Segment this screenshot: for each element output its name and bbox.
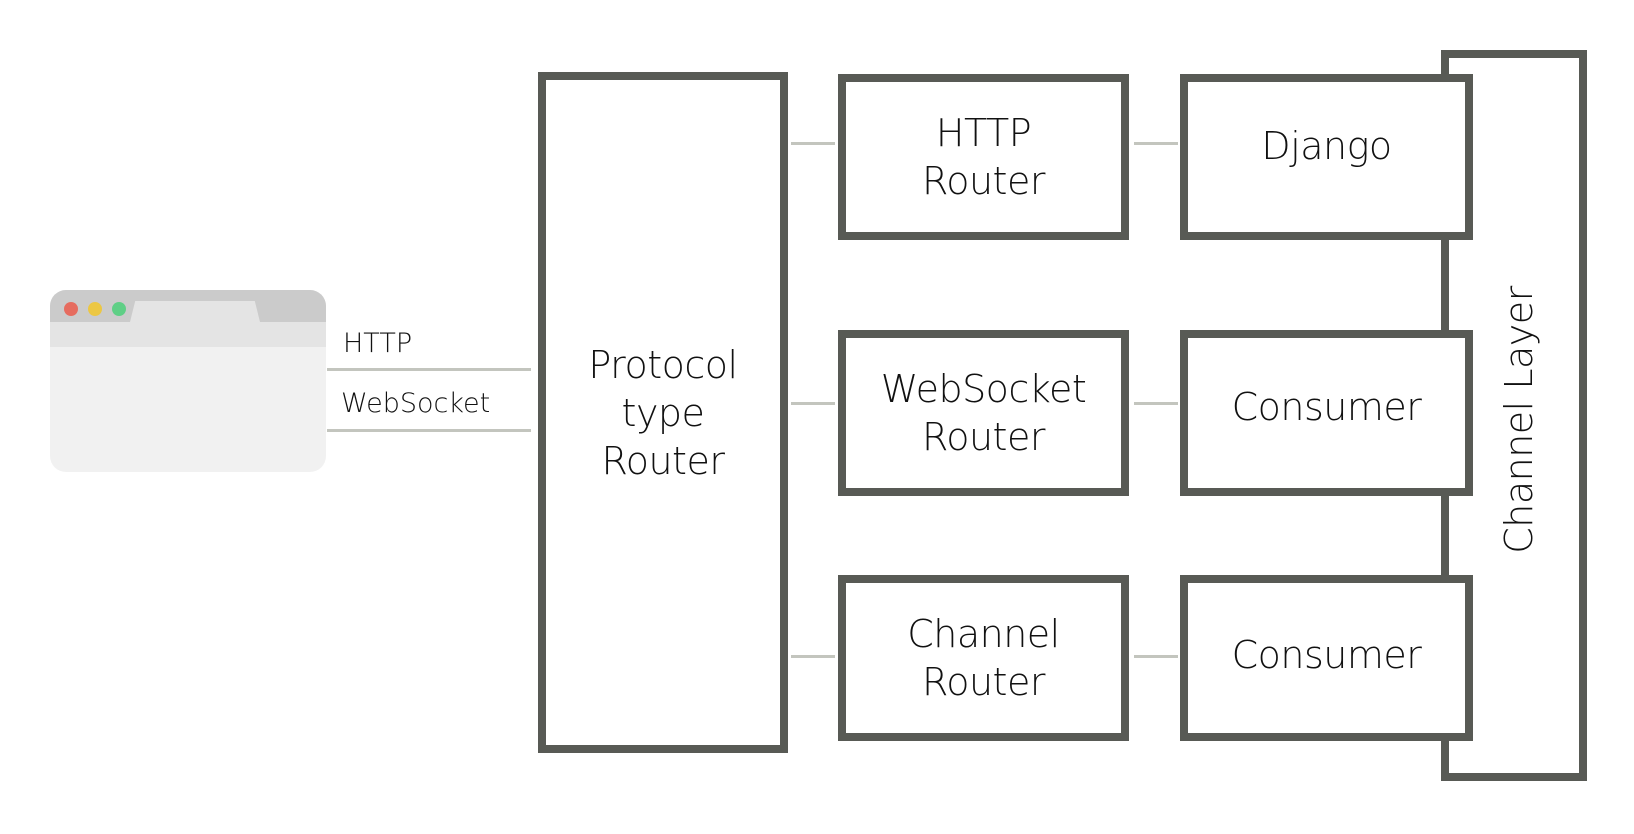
connector-protocol-to-channel-router (791, 655, 835, 658)
http-router-label: HTTP Router (922, 111, 1045, 203)
channel-router-label: Channel Router (907, 612, 1060, 704)
connector-websocket-router-to-consumer (1134, 402, 1178, 405)
window-close-dot-icon (64, 302, 78, 316)
browser-address-bar (50, 322, 326, 347)
protocol-type-router-box: Protocol type Router (538, 72, 788, 753)
websocket-router-box: WebSocket Router (838, 330, 1129, 496)
protocol-label-http: HTTP (343, 328, 413, 359)
connector-protocol-to-http-router (791, 142, 835, 145)
http-router-box: HTTP Router (838, 74, 1129, 240)
window-maximize-dot-icon (112, 302, 126, 316)
browser-tab (130, 301, 260, 322)
protocol-label-websocket: WebSocket (341, 388, 491, 419)
connector-channel-router-to-consumer (1134, 655, 1178, 658)
channel-consumer-label: Consumer (1231, 633, 1422, 677)
django-label: Django (1261, 124, 1392, 168)
browser-window-icon (50, 290, 326, 472)
connector-protocol-to-websocket-router (791, 402, 835, 405)
django-box: Django (1180, 74, 1473, 240)
channel-layer-label: Channel Layer (1497, 286, 1541, 554)
websocket-router-label: WebSocket Router (880, 367, 1087, 459)
protocol-line-websocket (327, 429, 531, 432)
protocol-type-router-label: Protocol type Router (588, 342, 738, 483)
connector-http-router-to-django (1134, 142, 1178, 145)
websocket-consumer-label: Consumer (1231, 385, 1422, 429)
protocol-line-http (327, 368, 531, 371)
window-minimize-dot-icon (88, 302, 102, 316)
websocket-consumer-box: Consumer (1180, 330, 1473, 496)
channel-router-box: Channel Router (838, 575, 1129, 741)
channel-consumer-box: Consumer (1180, 575, 1473, 741)
